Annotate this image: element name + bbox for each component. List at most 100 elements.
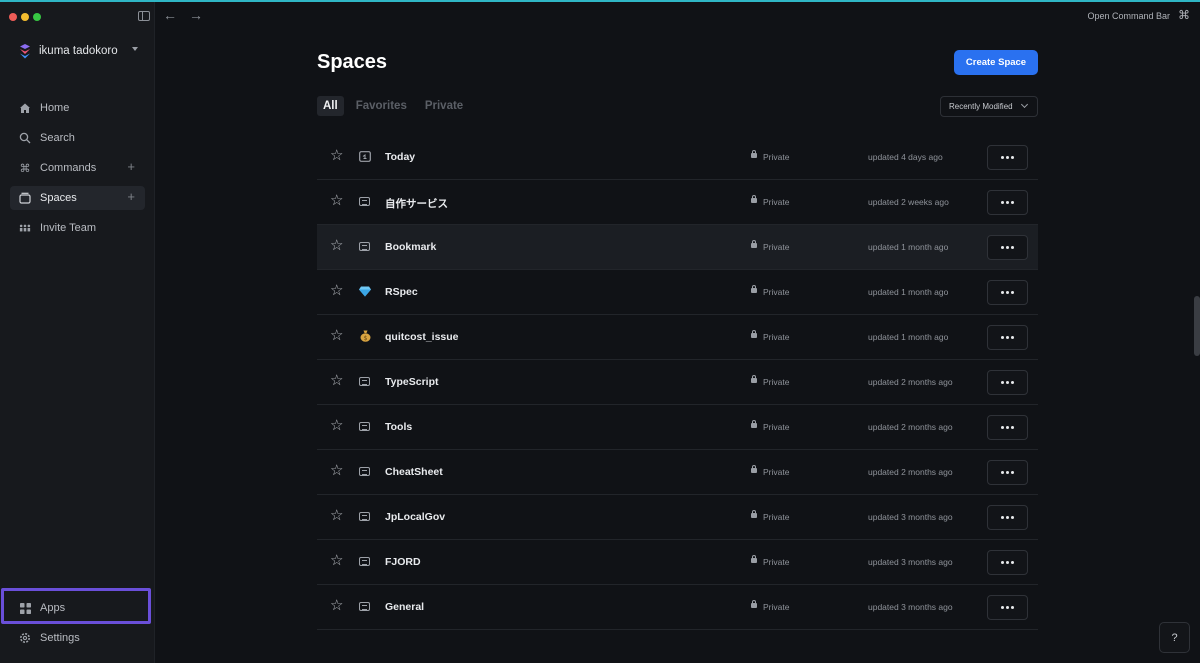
dot-icon [1006, 201, 1009, 204]
favorite-star-icon[interactable]: ☆ [330, 508, 343, 524]
dot-icon [1001, 516, 1004, 519]
favorite-star-icon[interactable]: ☆ [330, 418, 343, 434]
space-name[interactable]: JpLocalGov [385, 511, 445, 523]
space-row[interactable]: ☆ 自作サービス Private updated 2 weeks ago [317, 180, 1038, 225]
space-row[interactable]: ☆ FJORD Private updated 3 months ago [317, 540, 1038, 585]
space-filter-tabs: All Favorites Private [317, 96, 475, 116]
sidebar-item-settings[interactable]: Settings [10, 626, 145, 650]
favorite-star-icon[interactable]: ☆ [330, 148, 343, 164]
space-icon [359, 377, 370, 386]
minimize-window-button[interactable] [21, 13, 29, 21]
sidebar-item-search[interactable]: Search [10, 126, 145, 150]
more-options-button[interactable] [987, 550, 1028, 575]
more-options-button[interactable] [987, 145, 1028, 170]
favorite-star-icon[interactable]: ☆ [330, 328, 343, 344]
lock-icon [751, 555, 757, 563]
favorite-star-icon[interactable]: ☆ [330, 238, 343, 254]
today-icon [359, 150, 371, 162]
dot-icon [1001, 426, 1004, 429]
updated-timestamp: updated 2 months ago [868, 422, 953, 432]
space-name[interactable]: Today [385, 151, 415, 163]
space-row[interactable]: ☆ JpLocalGov Private updated 3 months ag… [317, 495, 1038, 540]
favorite-star-icon[interactable]: ☆ [330, 598, 343, 614]
more-options-button[interactable] [987, 370, 1028, 395]
dot-icon [1006, 156, 1009, 159]
sidebar-toggle-icon[interactable] [138, 11, 150, 21]
favorite-star-icon[interactable]: ☆ [330, 463, 343, 479]
space-icon [359, 197, 370, 206]
home-icon [19, 102, 31, 114]
dot-icon [1006, 561, 1009, 564]
forward-arrow-icon[interactable]: → [189, 7, 203, 23]
sidebar-item-invite-team[interactable]: Invite Team [10, 216, 145, 240]
more-options-button[interactable] [987, 235, 1028, 260]
favorite-star-icon[interactable]: ☆ [330, 283, 343, 299]
scrollbar[interactable] [1194, 296, 1200, 356]
maximize-window-button[interactable] [33, 13, 41, 21]
space-row[interactable]: ☆ General Private updated 3 months ago [317, 585, 1038, 630]
more-options-button[interactable] [987, 460, 1028, 485]
more-options-button[interactable] [987, 190, 1028, 215]
favorite-star-icon[interactable]: ☆ [330, 373, 343, 389]
back-arrow-icon[interactable]: ← [163, 7, 177, 23]
dot-icon [1001, 291, 1004, 294]
space-name[interactable]: CheatSheet [385, 466, 443, 478]
dot-icon [1001, 606, 1004, 609]
tab-favorites[interactable]: Favorites [350, 96, 413, 116]
space-icon [359, 422, 370, 431]
more-options-button[interactable] [987, 280, 1028, 305]
lock-icon [751, 510, 757, 518]
sort-dropdown[interactable]: Recently Modified [940, 96, 1038, 117]
open-command-bar-button[interactable]: Open Command Bar [1087, 11, 1170, 21]
space-row[interactable]: ☆ Today Private updated 4 days ago [317, 135, 1038, 180]
space-row[interactable]: ☆ $ quitcost_issue Private updated 1 mon… [317, 315, 1038, 360]
dot-icon [1006, 381, 1009, 384]
more-options-button[interactable] [987, 505, 1028, 530]
dot-icon [1001, 156, 1004, 159]
sidebar-item-label: Search [40, 132, 75, 144]
space-name[interactable]: Bookmark [385, 241, 436, 253]
sidebar-item-spaces[interactable]: Spaces + [10, 186, 145, 210]
space-name[interactable]: RSpec [385, 286, 418, 298]
favorite-star-icon[interactable]: ☆ [330, 193, 343, 209]
space-row[interactable]: ☆ CheatSheet Private updated 2 months ag… [317, 450, 1038, 495]
create-space-button[interactable]: Create Space [954, 50, 1038, 75]
visibility-label: Private [763, 512, 790, 522]
visibility-label: Private [763, 152, 790, 162]
workspace-logo-icon [20, 44, 30, 59]
space-name[interactable]: TypeScript [385, 376, 438, 388]
space-row[interactable]: ☆ TypeScript Private updated 2 months ag… [317, 360, 1038, 405]
sidebar-item-commands[interactable]: ⌘ Commands + [10, 156, 145, 180]
dot-icon [1011, 246, 1014, 249]
sidebar-item-home[interactable]: Home [10, 96, 145, 120]
more-options-button[interactable] [987, 415, 1028, 440]
dot-icon [1001, 471, 1004, 474]
lock-icon [751, 150, 757, 158]
space-name[interactable]: Tools [385, 421, 412, 433]
add-space-button[interactable]: + [127, 190, 135, 204]
more-options-button[interactable] [987, 325, 1028, 350]
space-name[interactable]: 自作サービス [385, 196, 448, 211]
space-name[interactable]: General [385, 601, 424, 613]
more-options-button[interactable] [987, 595, 1028, 620]
space-row[interactable]: ☆ Tools Private updated 2 months ago [317, 405, 1038, 450]
help-button[interactable]: ? [1159, 622, 1190, 653]
space-name[interactable]: quitcost_issue [385, 331, 459, 343]
updated-timestamp: updated 3 months ago [868, 602, 953, 612]
chevron-down-icon [132, 47, 138, 51]
tab-all[interactable]: All [317, 96, 344, 116]
dot-icon [1006, 471, 1009, 474]
add-command-button[interactable]: + [127, 160, 135, 174]
favorite-star-icon[interactable]: ☆ [330, 553, 343, 569]
space-name[interactable]: FJORD [385, 556, 421, 568]
close-window-button[interactable] [9, 13, 17, 21]
tab-private[interactable]: Private [419, 96, 469, 116]
team-icon [19, 222, 31, 234]
dot-icon [1011, 156, 1014, 159]
user-switcher[interactable]: ikuma tadokoro [18, 43, 138, 59]
space-row[interactable]: ☆ RSpec Private updated 1 month ago [317, 270, 1038, 315]
command-icon[interactable]: ⌘ [1178, 8, 1190, 22]
space-row[interactable]: ☆ Bookmark Private updated 1 month ago [317, 225, 1038, 270]
updated-timestamp: updated 3 months ago [868, 557, 953, 567]
updated-timestamp: updated 2 months ago [868, 467, 953, 477]
